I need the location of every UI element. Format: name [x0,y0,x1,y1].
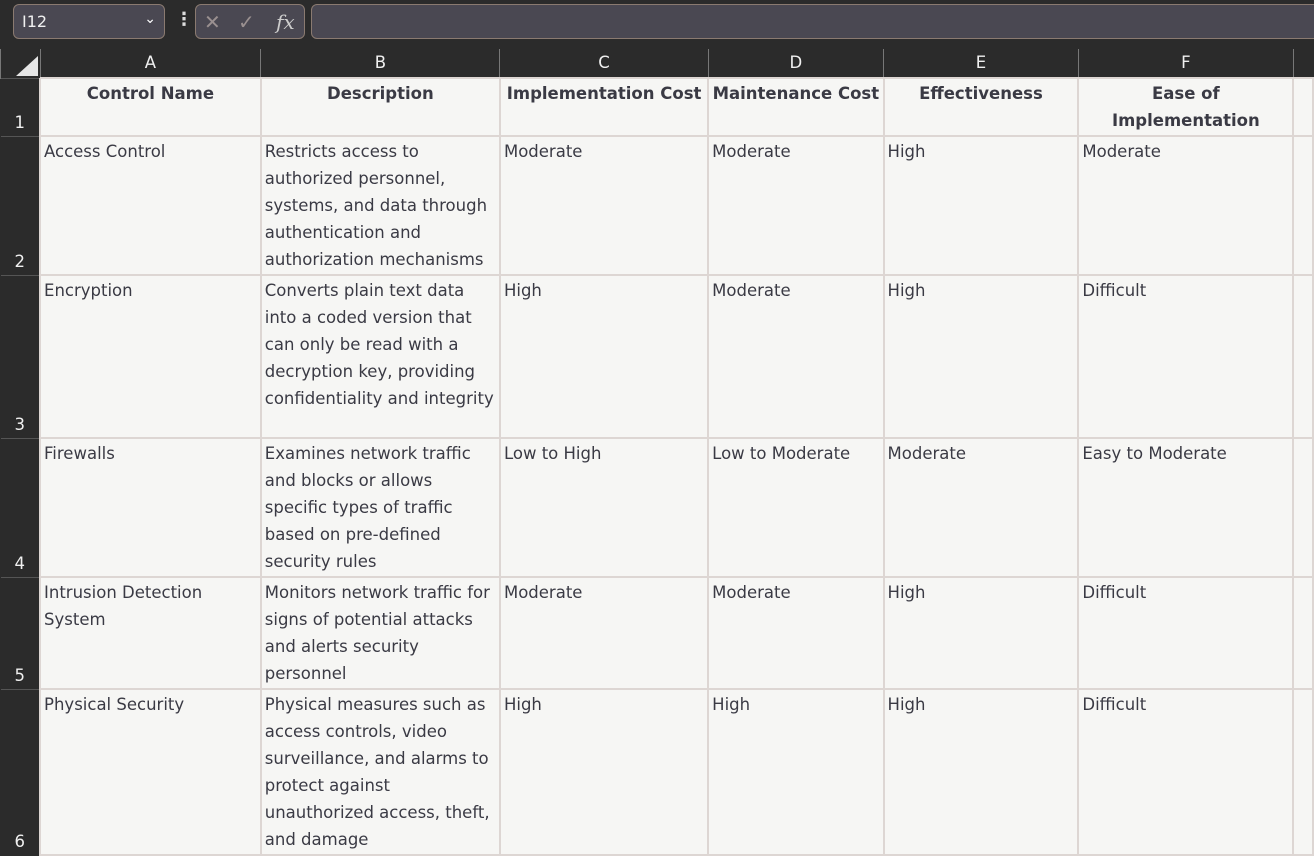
table-row: 2 Access Control Restricts access to auth… [0,135,1314,276]
row-header-6[interactable]: 6 [0,688,41,855]
cell[interactable]: Difficult [1077,576,1295,690]
column-header-d[interactable]: D [707,49,884,78]
column-header-a[interactable]: A [39,49,261,78]
cell[interactable]: Physical Security [39,688,262,856]
cell[interactable]: Restricts access to authorized personnel… [259,135,501,276]
cell[interactable]: Moderate [707,576,885,690]
cell[interactable] [1292,274,1314,439]
row-header-2[interactable]: 2 [0,135,41,275]
header-cell[interactable]: Description [259,77,501,137]
formula-buttons: ✕ ✓ fx [195,4,305,39]
formula-input[interactable] [311,4,1314,39]
cell[interactable]: Converts plain text data into a coded ve… [259,274,501,439]
row-header-1[interactable]: 1 [0,77,41,136]
row-header-4[interactable]: 4 [0,437,41,577]
cell[interactable]: Low to High [498,437,710,578]
row-header-5[interactable]: 5 [0,576,41,689]
more-options-icon[interactable]: ⋮ [175,9,193,30]
header-cell[interactable]: Ease of Implementation [1077,77,1295,137]
chevron-down-icon[interactable]: ⌄ [144,11,156,27]
column-header-g[interactable] [1292,49,1313,78]
cell[interactable]: Examines network traffic and blocks or a… [259,437,501,578]
column-header-e[interactable]: E [883,49,1079,78]
cell[interactable]: Difficult [1077,688,1295,856]
column-header-c[interactable]: C [499,49,709,78]
table-row: 6 Physical Security Physical measures suc… [0,688,1314,856]
cell[interactable]: Moderate [707,135,885,276]
cell[interactable]: Moderate [1077,135,1295,276]
name-box[interactable]: I12 ⌄ [13,4,165,39]
cell[interactable]: High [498,688,710,856]
function-icon[interactable]: fx [276,10,295,34]
column-header-b[interactable]: B [260,49,500,78]
cell[interactable]: Intrusion Detection System [39,576,262,690]
cell[interactable] [1292,437,1314,578]
cell[interactable]: High [498,274,710,439]
cell[interactable] [1292,135,1314,276]
cell[interactable] [1292,688,1314,856]
cell[interactable]: Encryption [39,274,262,439]
cell[interactable]: Easy to Moderate [1077,437,1295,578]
cell[interactable]: High [882,135,1080,276]
spreadsheet-grid: A B C D E F 1 Control Name Description I… [0,49,1314,856]
cell[interactable] [1292,77,1314,137]
confirm-icon[interactable]: ✓ [238,10,255,34]
cell[interactable]: Physical measures such as access control… [259,688,501,856]
cell[interactable]: High [882,688,1080,856]
cell[interactable]: Monitors network traffic for signs of po… [259,576,501,690]
header-cell[interactable]: Effectiveness [882,77,1080,137]
table-row: 3 Encryption Converts plain text data int… [0,274,1314,439]
row-header-3[interactable]: 3 [0,274,41,438]
cell[interactable]: Low to Moderate [707,437,885,578]
table-row: 5 Intrusion Detection System Monitors net… [0,576,1314,690]
cell[interactable]: Firewalls [39,437,262,578]
table-row: 4 Firewalls Examines network traffic and … [0,437,1314,578]
cell[interactable]: Moderate [498,135,710,276]
cell[interactable]: Moderate [882,437,1080,578]
select-all-button[interactable] [0,49,41,78]
cell[interactable]: Moderate [707,274,885,439]
header-cell[interactable]: Maintenance Cost [707,77,885,137]
cell[interactable]: Access Control [39,135,262,276]
cell[interactable]: High [882,576,1080,690]
header-cell[interactable]: Implementation Cost [498,77,710,137]
cell[interactable]: High [882,274,1080,439]
cell[interactable]: Difficult [1077,274,1295,439]
cell[interactable] [1292,576,1314,690]
cell[interactable]: Moderate [498,576,710,690]
cancel-icon[interactable]: ✕ [204,10,221,34]
column-header-f[interactable]: F [1077,49,1294,78]
header-cell[interactable]: Control Name [39,77,262,137]
name-box-value: I12 [22,12,48,31]
cell[interactable]: High [707,688,885,856]
